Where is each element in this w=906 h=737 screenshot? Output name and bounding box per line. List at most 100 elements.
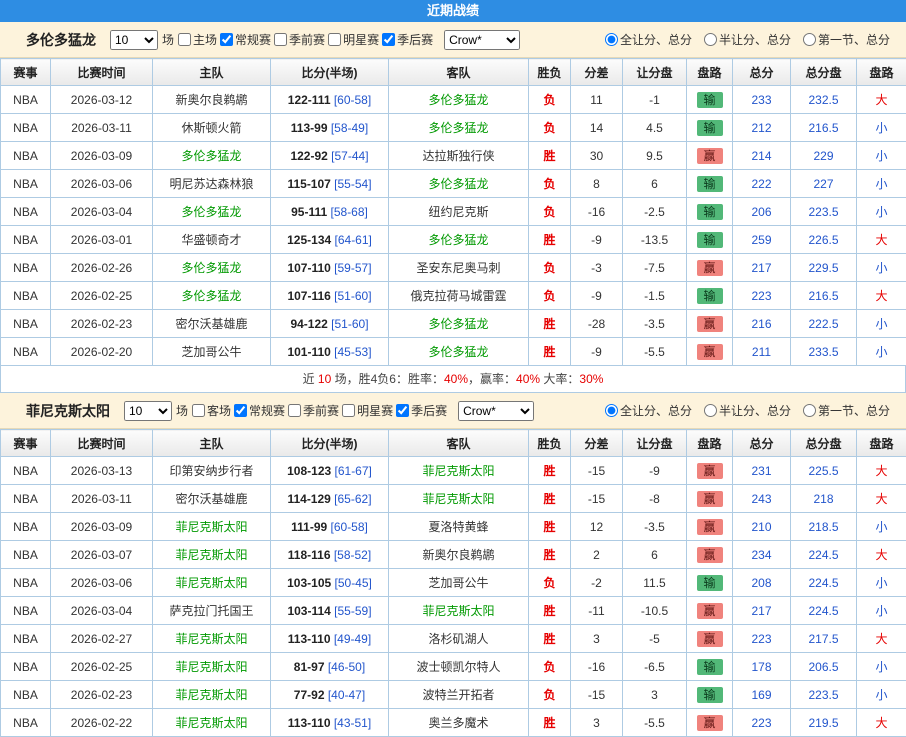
cell-over-under: 大 (857, 86, 906, 114)
cell-date: 2026-03-09 (51, 513, 153, 541)
half-time-score: [61-67] (331, 464, 372, 478)
half-time-score: [51-60] (331, 289, 372, 303)
cell-result: 负 (529, 282, 571, 310)
column-header: 总分 (733, 430, 791, 457)
cell-handicap-line: 4.5 (623, 114, 687, 142)
cell-handicap-line: 3 (623, 681, 687, 709)
game-row: NBA2026-03-07菲尼克斯太阳118-116 [58-52]新奥尔良鹈鹕… (1, 541, 906, 569)
cell-handicap-line: -1 (623, 86, 687, 114)
cell-point-diff: -3 (571, 254, 623, 282)
cell-date: 2026-03-13 (51, 457, 153, 485)
cell-result: 胜 (529, 310, 571, 338)
cell-result: 负 (529, 681, 571, 709)
cell-point-diff: -16 (571, 653, 623, 681)
mode-radio-option[interactable]: 半让分、总分 (704, 402, 791, 419)
cell-home-team: 多伦多猛龙 (153, 282, 271, 310)
full-time-score: 103-105 (287, 576, 331, 590)
half-time-score: [58-49] (328, 121, 369, 135)
full-time-score: 122-92 (290, 149, 327, 163)
cell-total-line: 222.5 (791, 310, 857, 338)
mode-radio-option[interactable]: 全让分、总分 (605, 402, 692, 419)
cell-total-line: 216.5 (791, 114, 857, 142)
filter-checkbox[interactable] (234, 404, 247, 417)
column-header: 胜负 (529, 430, 571, 457)
filter-checkbox[interactable] (396, 404, 409, 417)
full-time-score: 108-123 (287, 464, 331, 478)
filter-checkbox[interactable] (274, 33, 287, 46)
filter-option[interactable]: 明星赛 (342, 402, 393, 419)
mode-radio-option[interactable]: 第一节、总分 (803, 402, 890, 419)
half-time-score: [64-61] (331, 233, 372, 247)
team-2-bookmaker-select[interactable]: Crow* (458, 401, 534, 421)
mode-radio-option[interactable]: 第一节、总分 (803, 31, 890, 48)
mode-radio[interactable] (605, 33, 618, 46)
filter-checkbox[interactable] (342, 404, 355, 417)
filter-checkbox[interactable] (178, 33, 191, 46)
cell-away-team: 奥兰多魔术 (389, 709, 529, 737)
filter-checkbox[interactable] (382, 33, 395, 46)
cell-date: 2026-02-23 (51, 310, 153, 338)
cell-over-under: 大 (857, 282, 906, 310)
cell-score: 118-116 [58-52] (271, 541, 389, 569)
team-2-games-count-select[interactable]: 10 (124, 401, 172, 421)
cell-handicap-result: 赢 (687, 254, 733, 282)
filter-option[interactable]: 季后赛 (382, 31, 433, 48)
cell-over-under: 小 (857, 569, 906, 597)
column-header: 总分盘 (791, 430, 857, 457)
cell-league: NBA (1, 513, 51, 541)
cell-score: 77-92 [40-47] (271, 681, 389, 709)
filter-option[interactable]: 主场 (178, 31, 217, 48)
mode-radio[interactable] (803, 404, 816, 417)
mode-radio[interactable] (704, 33, 717, 46)
game-row: NBA2026-03-06明尼苏达森林狼115-107 [55-54]多伦多猛龙… (1, 170, 906, 198)
filter-option[interactable]: 常规赛 (234, 402, 285, 419)
filter-option[interactable]: 季前赛 (288, 402, 339, 419)
mode-radio[interactable] (704, 404, 717, 417)
cell-league: NBA (1, 170, 51, 198)
filter-option[interactable]: 季后赛 (396, 402, 447, 419)
filter-checkbox[interactable] (328, 33, 341, 46)
mode-radio[interactable] (803, 33, 816, 46)
filter-option[interactable]: 客场 (192, 402, 231, 419)
team-1-bookmaker-select[interactable]: Crow* (444, 30, 520, 50)
filter-checkbox[interactable] (220, 33, 233, 46)
column-header: 客队 (389, 430, 529, 457)
handicap-result-badge: 输 (697, 232, 723, 248)
cell-handicap-line: -7.5 (623, 254, 687, 282)
filter-option[interactable]: 明星赛 (328, 31, 379, 48)
cell-score: 107-110 [59-57] (271, 254, 389, 282)
mode-radio-option[interactable]: 半让分、总分 (704, 31, 791, 48)
header-row: 赛事比赛时间主队比分(半场)客队胜负分差让分盘盘路总分总分盘盘路 (1, 430, 906, 457)
cell-total-line: 217.5 (791, 625, 857, 653)
handicap-result-badge: 赢 (697, 547, 723, 563)
cell-away-team: 多伦多猛龙 (389, 86, 529, 114)
full-time-score: 107-116 (287, 289, 330, 303)
cell-away-team: 多伦多猛龙 (389, 310, 529, 338)
cell-league: NBA (1, 625, 51, 653)
cell-total-line: 223.5 (791, 681, 857, 709)
half-time-score: [43-51] (331, 716, 372, 730)
cell-handicap-result: 赢 (687, 338, 733, 366)
cell-away-team: 菲尼克斯太阳 (389, 597, 529, 625)
cell-league: NBA (1, 226, 51, 254)
cell-handicap-line: -5.5 (623, 709, 687, 737)
cell-away-team: 菲尼克斯太阳 (389, 457, 529, 485)
team-2-results-table: 赛事比赛时间主队比分(半场)客队胜负分差让分盘盘路总分总分盘盘路 NBA2026… (0, 429, 906, 737)
cell-result: 负 (529, 569, 571, 597)
mode-radio[interactable] (605, 404, 618, 417)
filter-option[interactable]: 常规赛 (220, 31, 271, 48)
filter-option[interactable]: 季前赛 (274, 31, 325, 48)
cell-away-team: 达拉斯独行侠 (389, 142, 529, 170)
game-row: NBA2026-02-25多伦多猛龙107-116 [51-60]俄克拉荷马城雷… (1, 282, 906, 310)
team-1-name: 多伦多猛龙 (26, 30, 96, 50)
cell-point-diff: -9 (571, 226, 623, 254)
filter-checkbox[interactable] (288, 404, 301, 417)
cell-point-diff: 8 (571, 170, 623, 198)
cell-total: 210 (733, 513, 791, 541)
mode-radio-option[interactable]: 全让分、总分 (605, 31, 692, 48)
column-header: 总分盘 (791, 59, 857, 86)
handicap-result-badge: 赢 (697, 148, 723, 164)
team-1-games-count-select[interactable]: 10 (110, 30, 158, 50)
filter-checkbox[interactable] (192, 404, 205, 417)
half-time-score: [59-57] (331, 261, 372, 275)
